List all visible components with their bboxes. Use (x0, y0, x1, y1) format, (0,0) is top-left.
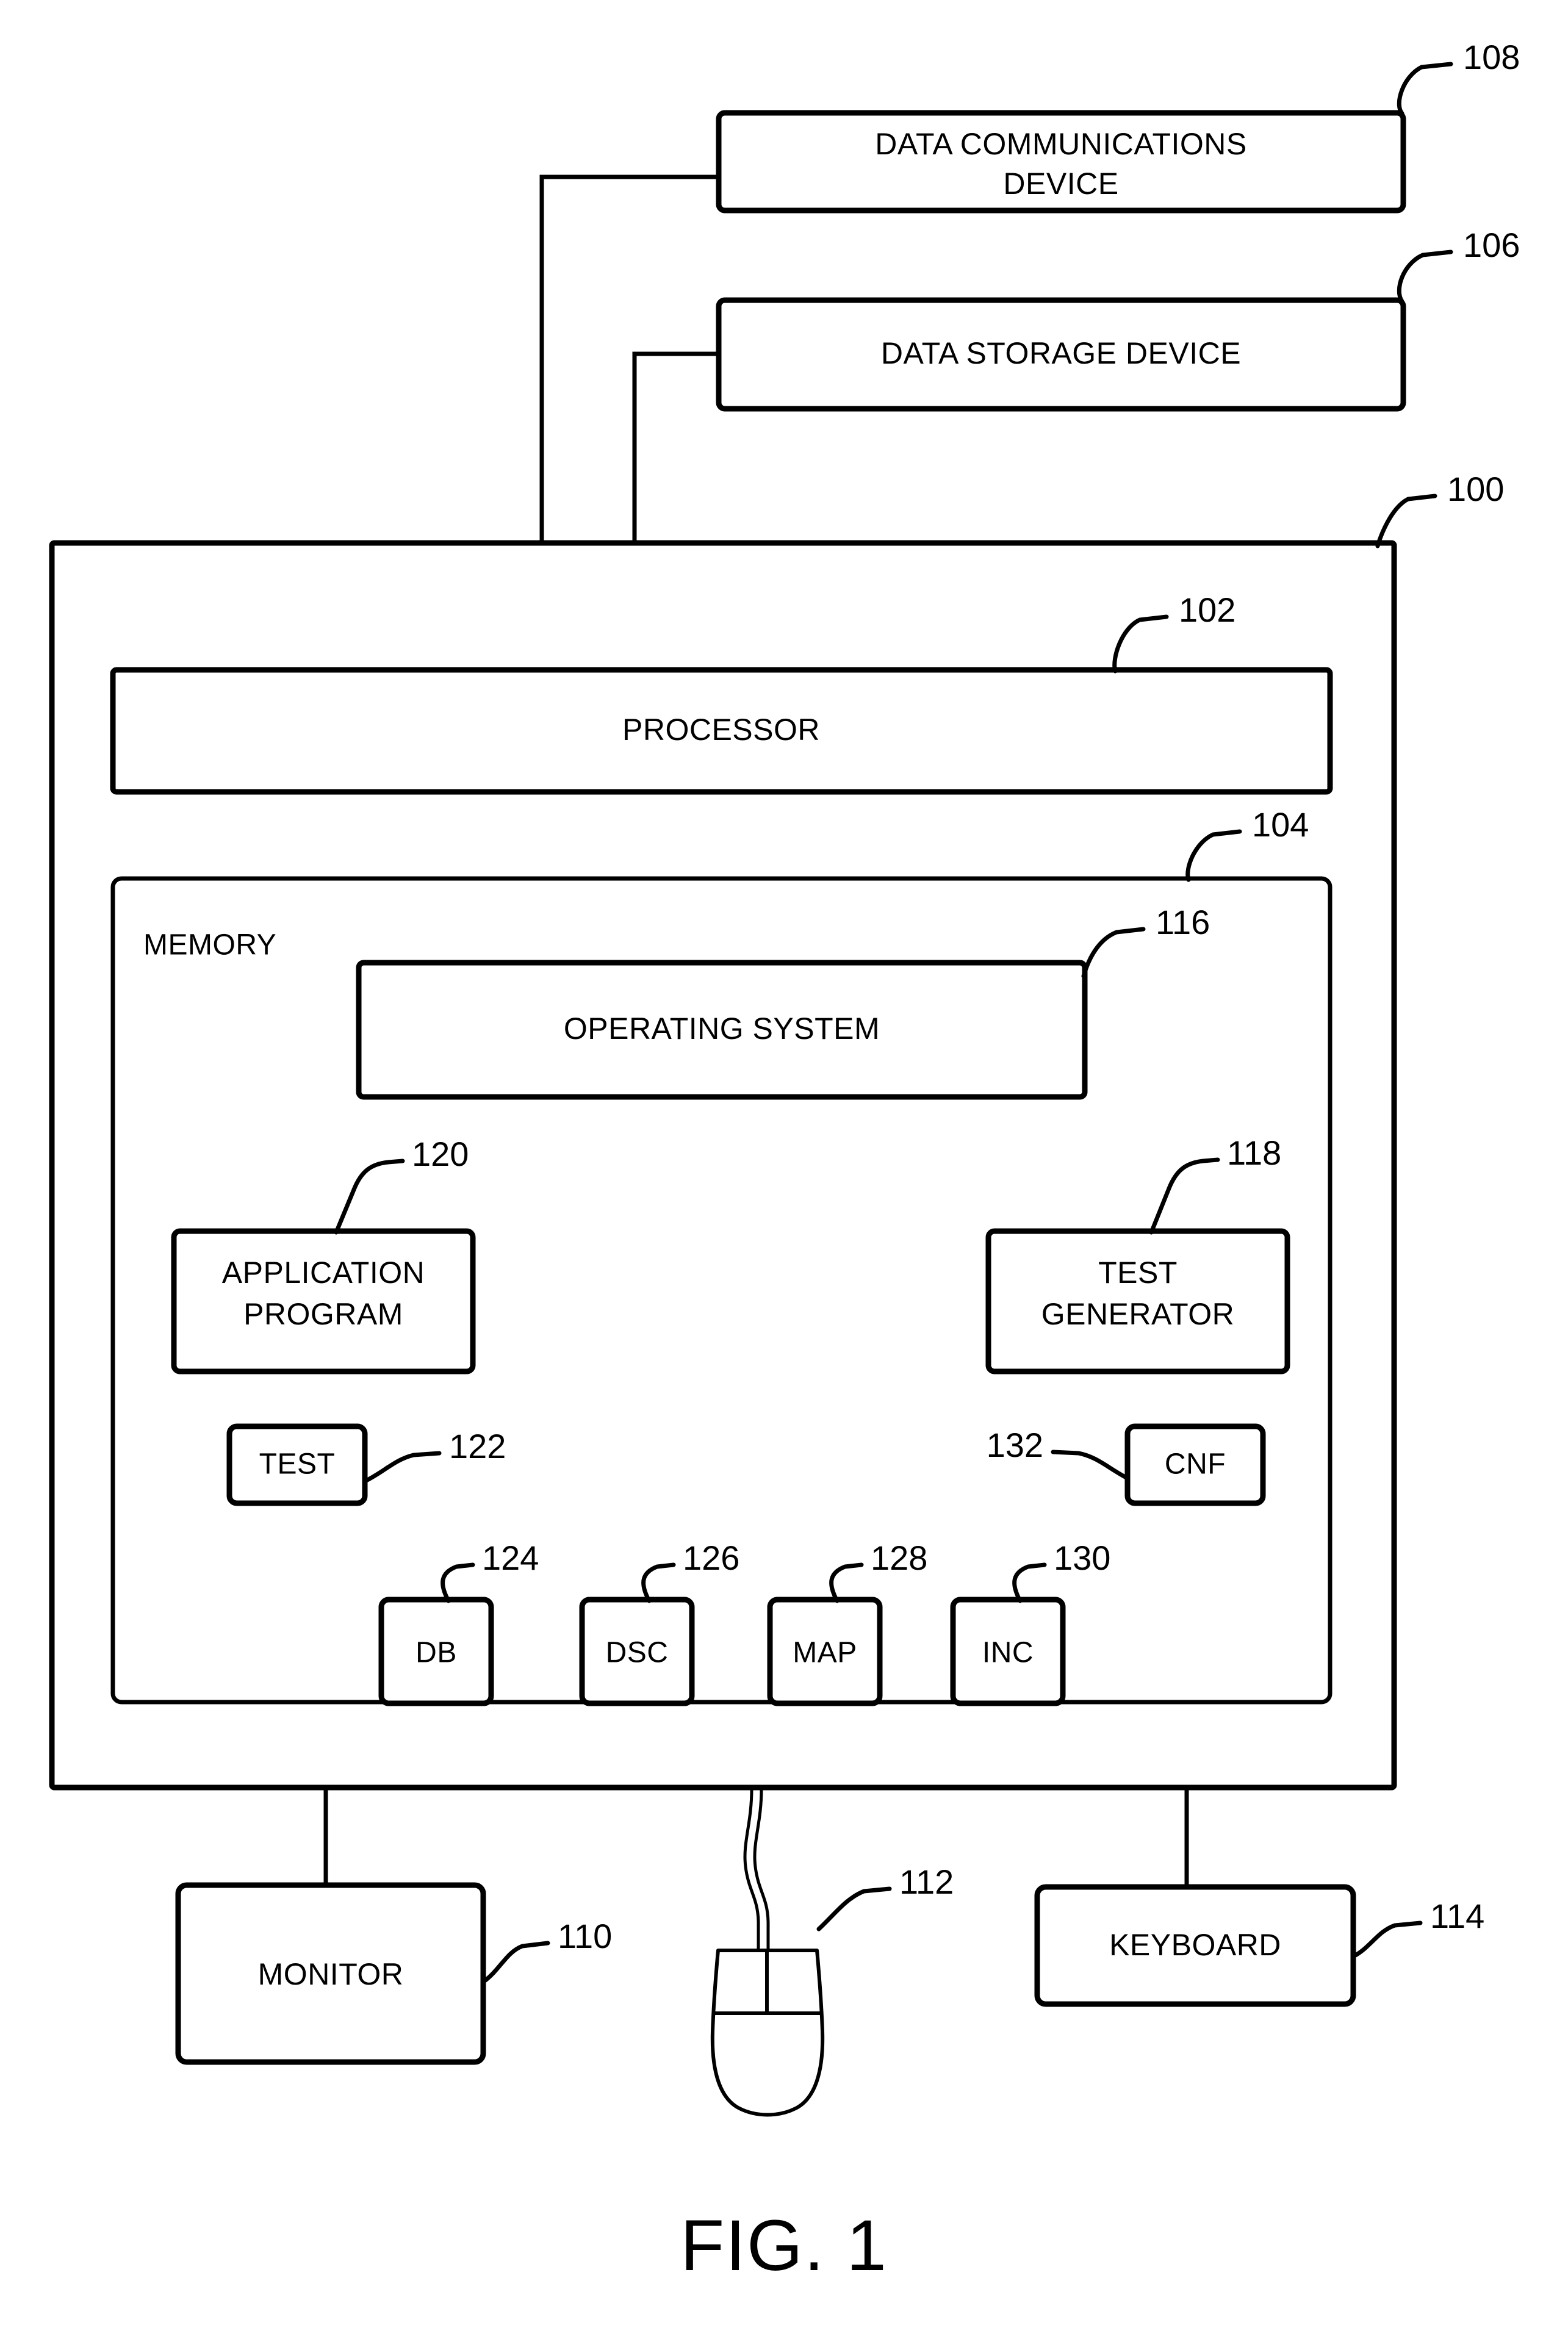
leader-112 (816, 1886, 892, 1931)
block-application-program[interactable]: APPLICATION PROGRAM (171, 1228, 476, 1374)
test-generator-label-line2: GENERATOR (1041, 1297, 1235, 1331)
leader-108 (1397, 62, 1453, 116)
figure-canvas: DATA COMMUNICATIONS DEVICE 108 DATA STOR… (49, 38, 1520, 2286)
block-data-communications-device[interactable]: DATA COMMUNICATIONS DEVICE (716, 110, 1406, 214)
figure-caption: FIG. 1 (680, 2205, 888, 2286)
block-keyboard[interactable]: KEYBOARD (1034, 1884, 1356, 2007)
ref-106: 106 (1463, 226, 1520, 264)
block-cnf[interactable]: CNF (1124, 1423, 1266, 1506)
patent-figure-1: DATA COMMUNICATIONS DEVICE 108 DATA STOR… (0, 0, 1568, 2350)
ref-108: 108 (1463, 38, 1520, 76)
cable-mouse-strand-right (753, 1788, 770, 1949)
block-mouse[interactable] (710, 1949, 825, 2117)
data-communications-device-label-line1: DATA COMMUNICATIONS (875, 127, 1247, 161)
ref-128: 128 (871, 1539, 927, 1577)
block-test-generator[interactable]: TEST GENERATOR (985, 1228, 1290, 1374)
leader-106 (1397, 250, 1453, 304)
ref-104: 104 (1252, 805, 1309, 844)
block-db[interactable]: DB (378, 1597, 494, 1706)
processor-label: PROCESSOR (622, 713, 820, 747)
ref-118: 118 (1227, 1134, 1281, 1172)
memory-label: MEMORY (143, 929, 276, 961)
block-inc[interactable]: INC (950, 1597, 1066, 1706)
application-program-label-line1: APPLICATION (222, 1256, 425, 1290)
block-map[interactable]: MAP (767, 1597, 883, 1706)
ref-112: 112 (899, 1863, 954, 1901)
keyboard-label: KEYBOARD (1109, 1928, 1281, 1962)
ref-100: 100 (1447, 470, 1504, 508)
block-operating-system[interactable]: OPERATING SYSTEM (356, 960, 1088, 1100)
ref-130: 130 (1054, 1539, 1110, 1577)
operating-system-label: OPERATING SYSTEM (564, 1012, 880, 1046)
block-dsc[interactable]: DSC (579, 1597, 695, 1706)
ref-122: 122 (449, 1427, 506, 1465)
ref-126: 126 (683, 1539, 739, 1577)
ref-132: 132 (987, 1426, 1043, 1464)
cnf-label: CNF (1165, 1448, 1226, 1481)
block-data-storage-device[interactable]: DATA STORAGE DEVICE (716, 297, 1406, 412)
leader-100 (1375, 494, 1437, 548)
leader-110 (481, 1941, 550, 1984)
inc-label: INC (982, 1637, 1034, 1669)
block-processor[interactable]: PROCESSOR (110, 667, 1333, 795)
ref-102: 102 (1179, 591, 1235, 629)
dsc-label: DSC (606, 1637, 669, 1669)
data-communications-device-label-line2: DEVICE (1003, 167, 1118, 201)
map-label: MAP (793, 1637, 857, 1669)
monitor-label: MONITOR (258, 1957, 404, 1991)
db-label: DB (415, 1637, 457, 1669)
wire-datacomm-to-computer (539, 174, 719, 543)
ref-116: 116 (1156, 903, 1210, 941)
block-test[interactable]: TEST (226, 1423, 368, 1506)
application-program-label-line2: PROGRAM (243, 1297, 403, 1331)
ref-110: 110 (558, 1917, 612, 1955)
leader-114 (1352, 1921, 1423, 1958)
ref-124: 124 (482, 1539, 539, 1577)
ref-120: 120 (412, 1135, 469, 1173)
data-storage-device-label: DATA STORAGE DEVICE (881, 336, 1241, 370)
ref-114: 114 (1430, 1897, 1484, 1935)
block-monitor[interactable]: MONITOR (175, 1882, 486, 2065)
test-generator-label-line1: TEST (1098, 1256, 1178, 1290)
wire-datastorage-to-computer (632, 351, 719, 543)
test-label: TEST (259, 1448, 336, 1481)
